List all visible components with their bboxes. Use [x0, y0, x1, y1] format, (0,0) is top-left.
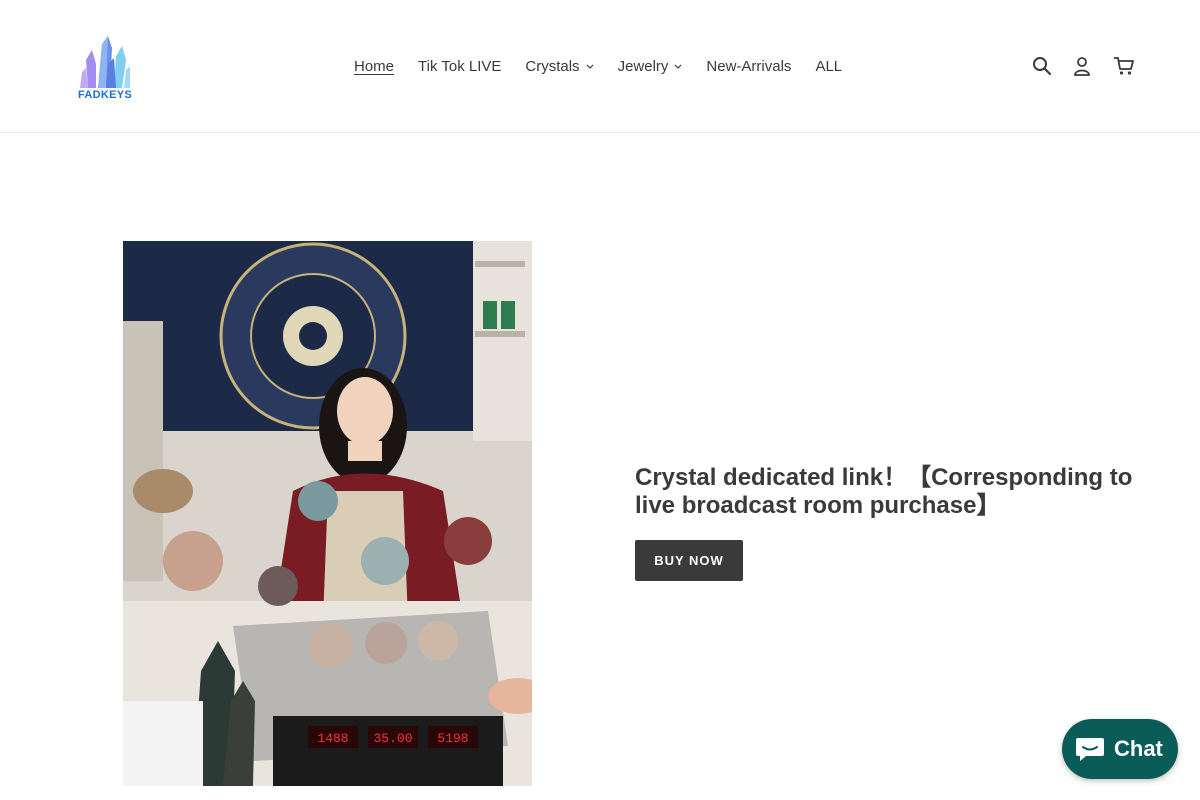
nav-item-home[interactable]: Home — [342, 58, 406, 75]
crystal-logo-icon — [80, 36, 130, 88]
nav-item-jewelry[interactable]: Jewelry — [606, 58, 695, 75]
main-nav: Home Tik Tok LIVE Crystals Jewelry New-A… — [342, 54, 854, 78]
nav-item-tiktok-live[interactable]: Tik Tok LIVE — [406, 58, 513, 75]
nav-item-all[interactable]: ALL — [803, 58, 854, 75]
account-button[interactable] — [1070, 54, 1094, 78]
product-info: Crystal dedicated link！【Corresponding to… — [635, 464, 1155, 581]
nav-item-crystals[interactable]: Crystals — [513, 58, 605, 75]
nav-item-label: Tik Tok LIVE — [418, 57, 502, 75]
nav-item-label: Jewelry — [617, 57, 669, 75]
nav-item-label: New-Arrivals — [706, 57, 792, 75]
nav-item-label: Home — [354, 57, 395, 75]
brand-logo[interactable]: FADKEYS — [78, 30, 132, 108]
product-image[interactable]: 1488 35.00 5198 — [123, 241, 532, 786]
buy-now-button[interactable]: BUY NOW — [635, 540, 743, 581]
chevron-down-icon — [586, 64, 593, 69]
search-icon — [1033, 57, 1052, 76]
product-photo: 1488 35.00 5198 — [123, 241, 532, 786]
product-title: Crystal dedicated link！【Corresponding to… — [635, 464, 1133, 519]
account-icon — [1074, 57, 1090, 76]
scale-readout-1: 1488 — [317, 731, 348, 746]
scale-readout-2: 35.00 — [373, 731, 412, 746]
nav-item-label: ALL — [815, 57, 843, 75]
nav-item-new-arrivals[interactable]: New-Arrivals — [694, 58, 803, 75]
chat-label: Chat — [1114, 736, 1163, 761]
nav-item-label: Crystals — [525, 57, 580, 75]
chevron-down-icon — [674, 64, 682, 69]
chat-bubble-icon — [1076, 738, 1104, 761]
search-button[interactable] — [1030, 54, 1054, 78]
chat-widget-button[interactable]: Chat — [1062, 719, 1178, 779]
site-header: FADKEYS Home Tik Tok LIVE Crystals Jewel… — [0, 0, 1200, 133]
brand-logo-text: FADKEYS — [78, 89, 133, 101]
scale-readout-3: 5198 — [437, 731, 468, 746]
cart-icon — [1114, 57, 1134, 75]
cart-button[interactable] — [1112, 54, 1136, 78]
